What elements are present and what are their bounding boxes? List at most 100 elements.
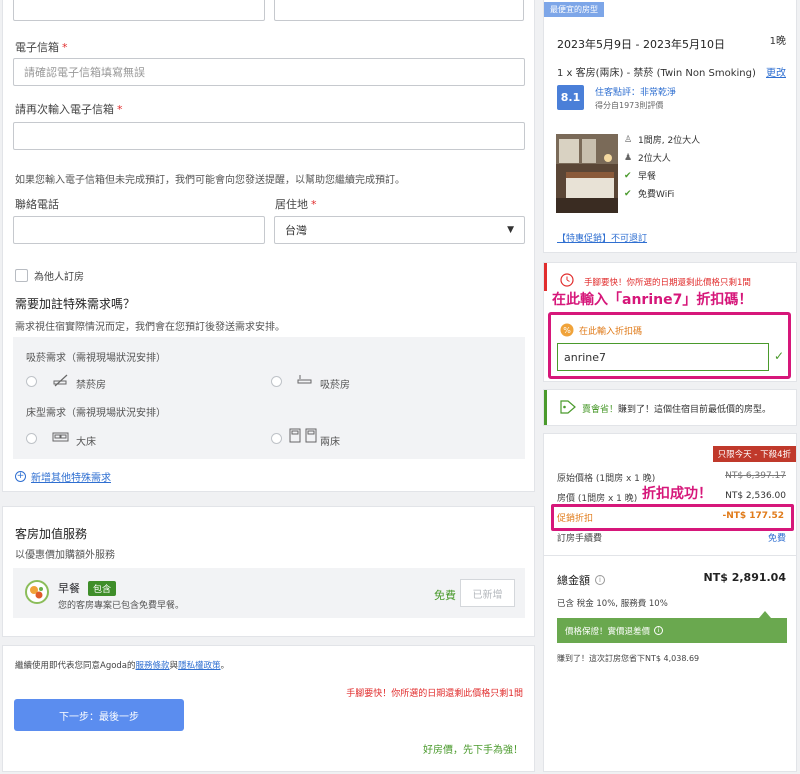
booking-fee-value: 免費	[767, 534, 786, 544]
email-label-row: 電子信箱 *	[15, 39, 68, 55]
bed-request-title: 床型需求（需視現場狀況安排）	[26, 408, 166, 419]
book-for-other-row[interactable]: 為他人訂房	[15, 268, 84, 283]
flash-sale-badge: 只限今天 - 下殺4折	[712, 446, 796, 462]
price-guarantee-banner: 價格保證！實價退差價 i	[557, 618, 787, 643]
booking-summary-card: 最便宜的房型 2023年5月9日 - 2023年5月10日 1晚 1 x 客房(…	[543, 0, 797, 253]
plus-circle-icon: +	[15, 471, 26, 482]
terms-prefix: 繼續使用即代表您同意Agoda的	[15, 661, 136, 671]
non-smoking-radio[interactable]	[26, 376, 37, 387]
valid-checkmark-icon: ✓	[774, 349, 785, 363]
booking-fee-label: 訂房手續費	[557, 534, 603, 544]
next-step-button[interactable]: 下一步：最後一步	[14, 699, 184, 731]
add-more-requests-link[interactable]: + 新增其他特殊需求	[15, 469, 111, 484]
big-bed-label: 大床	[76, 437, 96, 448]
review-score-label: 住客點評：非常乾淨	[595, 88, 677, 98]
price-guarantee-text: 價格保證！實價退差價	[565, 626, 651, 637]
last-name-input[interactable]	[274, 0, 524, 21]
email-confirm-label: 請再次輸入電子信箱	[15, 103, 114, 116]
room-price-value: NT$ 2,536.00	[725, 491, 786, 501]
double-bed-icon	[52, 430, 69, 444]
room-urgency-text: 手腳要快！你所選的日期還剩此價格只剩1間	[584, 278, 751, 288]
info-icon[interactable]: i	[654, 626, 664, 635]
feature-1-label: 1間房, 2位大人	[638, 136, 701, 146]
terms-and: 與	[169, 661, 179, 671]
saving-note: 賺到了！這次訂房您省下NT$ 4,038.69	[557, 654, 700, 663]
feature-2-label: 2位大人	[638, 154, 671, 164]
book-for-other-label: 為他人訂房	[34, 272, 84, 283]
tax-note: 已含 稅金 10%, 服務費 10%	[557, 599, 668, 609]
contact-form-card: 電子信箱 * 請確認電子信箱填寫無誤 請再次輸入電子信箱 * 如果您輸入電子信箱…	[2, 0, 535, 492]
feature-wifi: ✔ 免費WiFi	[624, 187, 674, 201]
change-room-link[interactable]: 更改	[766, 64, 786, 79]
country-label: 居住地	[275, 198, 308, 211]
special-requests-title: 需要加註特殊需求嗎？	[15, 297, 136, 311]
smoking-label: 吸菸房	[320, 380, 350, 391]
breakfast-icon	[25, 580, 49, 604]
room-price-label: 房價 (1間房 x 1 晚)	[557, 494, 638, 504]
feature-occupancy: ♙ 1間房, 2位大人	[624, 133, 701, 147]
big-bed-radio[interactable]	[26, 433, 37, 444]
price-breakdown-card: 只限今天 - 下殺4折 原始價格 (1間房 x 1 晚) NT$ 6,397.1…	[543, 433, 797, 772]
breakfast-free-label: 免費	[434, 589, 456, 602]
review-score-badge: 8.1	[557, 85, 584, 110]
promo-code-input[interactable]: anrine7	[557, 343, 769, 371]
original-price-value: NT$ 6,397.17	[725, 471, 786, 481]
discount-label: 促銷折扣	[557, 514, 594, 524]
banner-pointer	[759, 611, 771, 618]
breakfast-title-row: 早餐 包含	[58, 580, 117, 596]
svg-text:%: %	[563, 326, 571, 335]
discount-annotation: 折扣成功！	[642, 486, 712, 502]
promo-annotation: 在此輸入「anrine7」折扣碼！	[552, 292, 753, 308]
review-count: 得分自1973則評價	[595, 101, 664, 110]
privacy-policy-link[interactable]: 隱私權政策	[178, 661, 221, 671]
breakfast-name: 早餐	[58, 582, 80, 595]
good-deal-text: 賣會省！賺到了！這個住宿目前最低價的房型。	[582, 402, 771, 415]
add-more-requests-label: 新增其他特殊需求	[31, 473, 111, 484]
phone-label: 聯絡電話	[15, 198, 59, 211]
room-name: 1 x 客房(兩床) - 禁菸 (Twin Non Smoking)	[557, 68, 756, 79]
country-select[interactable]: 台灣 ▼	[274, 216, 525, 244]
price-divider	[544, 555, 796, 556]
twin-bed-radio[interactable]	[271, 433, 282, 444]
reminder-note: 如果您輸入電子信箱但未完成預訂，我們可能會向您發送提醒，以幫助您繼續完成預訂。	[15, 175, 405, 186]
email-required-mark: *	[62, 40, 68, 54]
country-value: 台灣	[285, 224, 307, 237]
nights-count: 1晚	[769, 36, 786, 47]
promo-card: 手腳要快！你所選的日期還剩此價格只剩1間 在此輸入「anrine7」折扣碼！ %…	[543, 262, 797, 382]
addons-subtitle: 以優惠價加購額外服務	[15, 550, 115, 561]
first-name-input[interactable]	[13, 0, 265, 21]
feature-adults: ♟ 2位大人	[624, 151, 671, 165]
checkout-footer-card: 繼續使用即代表您同意Agoda的服務條款與隱私權政策。 手腳要快！你所選的日期還…	[2, 645, 535, 772]
total-value: NT$ 2,891.04	[703, 571, 786, 584]
country-label-row: 居住地 *	[275, 196, 317, 212]
breakfast-description: 您的客房專案已包含免費早餐。	[58, 601, 185, 611]
feature-breakfast: ✔ 早餐	[624, 169, 657, 183]
footer-urgency: 手腳要快！你所選的日期還剩此價格只剩1間	[346, 689, 523, 699]
addons-title: 客房加值服務	[15, 527, 88, 541]
clock-icon	[560, 273, 574, 287]
deal-accent-bar	[544, 390, 547, 425]
cheapest-room-badge: 最便宜的房型	[544, 2, 604, 17]
stay-dates: 2023年5月9日 - 2023年5月10日	[557, 38, 725, 51]
email-input[interactable]: 請確認電子信箱填寫無誤	[13, 58, 525, 86]
no-smoking-icon	[53, 373, 69, 387]
footer-tagline: 好房價，先下手為強！	[423, 745, 523, 756]
promo-policy-link[interactable]: 【特惠促銷】不可退訂	[557, 231, 647, 244]
tag-icon	[560, 400, 576, 414]
smoking-radio[interactable]	[271, 376, 282, 387]
feature-3-label: 早餐	[638, 172, 657, 182]
terms-of-service-link[interactable]: 服務條款	[136, 661, 170, 671]
coupon-icon: %	[560, 323, 574, 337]
promo-code-value: anrine7	[564, 350, 607, 364]
info-icon[interactable]: i	[595, 575, 605, 585]
good-deal-card: 賣會省！賺到了！這個住宿目前最低價的房型。	[543, 389, 797, 426]
person-icon: ♙	[624, 134, 633, 145]
phone-input[interactable]	[13, 216, 265, 244]
original-price-label: 原始價格 (1間房 x 1 晚)	[557, 474, 656, 484]
book-for-other-checkbox[interactable]	[15, 269, 28, 282]
added-button[interactable]: 已新增	[460, 579, 515, 607]
room-photo	[556, 134, 618, 213]
total-label: 總金額	[557, 574, 590, 587]
email-confirm-input[interactable]	[13, 122, 525, 150]
total-label-row: 總金額 i	[557, 572, 605, 588]
